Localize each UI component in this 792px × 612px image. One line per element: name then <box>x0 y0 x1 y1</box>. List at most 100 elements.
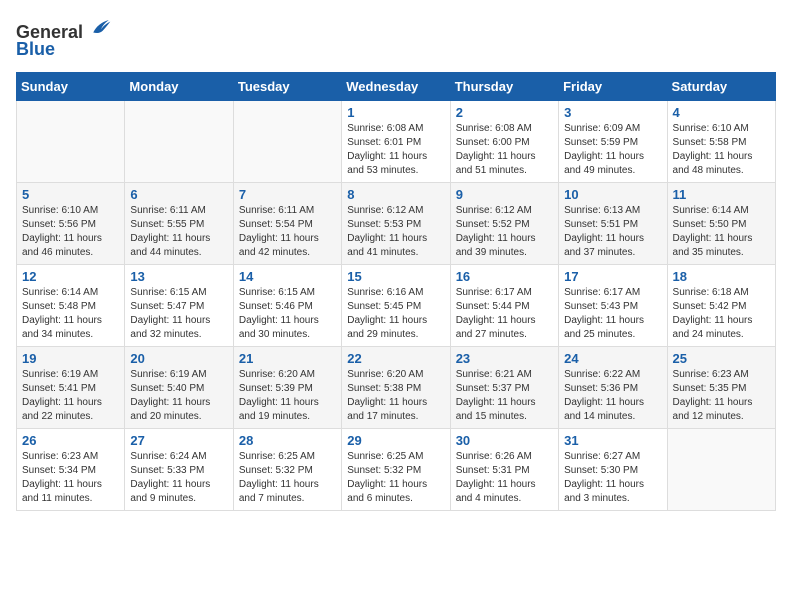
day-info: Sunrise: 6:19 AM Sunset: 5:40 PM Dayligh… <box>130 368 227 424</box>
day-number: 9 <box>456 187 553 202</box>
day-info: Sunrise: 6:12 AM Sunset: 5:53 PM Dayligh… <box>347 204 444 260</box>
day-cell: 4 Sunrise: 6:10 AM Sunset: 5:58 PM Daylig… <box>667 101 775 183</box>
day-cell: 26 Sunrise: 6:23 AM Sunset: 5:34 PM Dayli… <box>17 429 125 511</box>
day-info: Sunrise: 6:17 AM Sunset: 5:44 PM Dayligh… <box>456 286 553 342</box>
day-info: Sunrise: 6:10 AM Sunset: 5:56 PM Dayligh… <box>22 204 119 260</box>
day-number: 23 <box>456 351 553 366</box>
day-info: Sunrise: 6:18 AM Sunset: 5:42 PM Dayligh… <box>673 286 770 342</box>
day-cell: 30 Sunrise: 6:26 AM Sunset: 5:31 PM Dayli… <box>450 429 558 511</box>
page-header: General Blue <box>16 16 776 60</box>
day-number: 6 <box>130 187 227 202</box>
day-cell: 16 Sunrise: 6:17 AM Sunset: 5:44 PM Dayli… <box>450 265 558 347</box>
day-number: 28 <box>239 433 336 448</box>
day-number: 24 <box>564 351 661 366</box>
day-number: 26 <box>22 433 119 448</box>
day-info: Sunrise: 6:26 AM Sunset: 5:31 PM Dayligh… <box>456 450 553 506</box>
week-row-3: 12 Sunrise: 6:14 AM Sunset: 5:48 PM Dayli… <box>17 265 776 347</box>
day-cell: 17 Sunrise: 6:17 AM Sunset: 5:43 PM Dayli… <box>559 265 667 347</box>
day-number: 5 <box>22 187 119 202</box>
week-row-1: 1 Sunrise: 6:08 AM Sunset: 6:01 PM Daylig… <box>17 101 776 183</box>
day-cell: 1 Sunrise: 6:08 AM Sunset: 6:01 PM Daylig… <box>342 101 450 183</box>
day-number: 7 <box>239 187 336 202</box>
day-cell: 31Sunrise: 6:27 AM Sunset: 5:30 PM Dayli… <box>559 429 667 511</box>
day-number: 4 <box>673 105 770 120</box>
weekday-sunday: Sunday <box>17 73 125 101</box>
day-number: 27 <box>130 433 227 448</box>
calendar-table: SundayMondayTuesdayWednesdayThursdayFrid… <box>16 72 776 511</box>
day-number: 31 <box>564 433 661 448</box>
logo-bird-icon <box>87 16 115 38</box>
day-info: Sunrise: 6:23 AM Sunset: 5:35 PM Dayligh… <box>673 368 770 424</box>
day-info: Sunrise: 6:10 AM Sunset: 5:58 PM Dayligh… <box>673 122 770 178</box>
day-cell: 7 Sunrise: 6:11 AM Sunset: 5:54 PM Daylig… <box>233 183 341 265</box>
day-info: Sunrise: 6:20 AM Sunset: 5:39 PM Dayligh… <box>239 368 336 424</box>
day-info: Sunrise: 6:13 AM Sunset: 5:51 PM Dayligh… <box>564 204 661 260</box>
day-cell: 27Sunrise: 6:24 AM Sunset: 5:33 PM Dayli… <box>125 429 233 511</box>
day-info: Sunrise: 6:21 AM Sunset: 5:37 PM Dayligh… <box>456 368 553 424</box>
calendar-body: 1 Sunrise: 6:08 AM Sunset: 6:01 PM Daylig… <box>17 101 776 511</box>
day-cell: 12 Sunrise: 6:14 AM Sunset: 5:48 PM Dayli… <box>17 265 125 347</box>
day-cell: 28Sunrise: 6:25 AM Sunset: 5:32 PM Dayli… <box>233 429 341 511</box>
day-cell: 25 Sunrise: 6:23 AM Sunset: 5:35 PM Dayli… <box>667 347 775 429</box>
day-cell: 9 Sunrise: 6:12 AM Sunset: 5:52 PM Daylig… <box>450 183 558 265</box>
day-info: Sunrise: 6:15 AM Sunset: 5:46 PM Dayligh… <box>239 286 336 342</box>
day-cell <box>125 101 233 183</box>
day-number: 29 <box>347 433 444 448</box>
weekday-header-row: SundayMondayTuesdayWednesdayThursdayFrid… <box>17 73 776 101</box>
day-number: 1 <box>347 105 444 120</box>
day-number: 12 <box>22 269 119 284</box>
day-cell <box>17 101 125 183</box>
day-number: 19 <box>22 351 119 366</box>
day-cell: 3Sunrise: 6:09 AM Sunset: 5:59 PM Daylig… <box>559 101 667 183</box>
day-cell: 8 Sunrise: 6:12 AM Sunset: 5:53 PM Daylig… <box>342 183 450 265</box>
day-info: Sunrise: 6:20 AM Sunset: 5:38 PM Dayligh… <box>347 368 444 424</box>
day-info: Sunrise: 6:17 AM Sunset: 5:43 PM Dayligh… <box>564 286 661 342</box>
day-cell: 6 Sunrise: 6:11 AM Sunset: 5:55 PM Daylig… <box>125 183 233 265</box>
day-cell: 2 Sunrise: 6:08 AM Sunset: 6:00 PM Daylig… <box>450 101 558 183</box>
day-number: 16 <box>456 269 553 284</box>
day-number: 25 <box>673 351 770 366</box>
day-cell: 23 Sunrise: 6:21 AM Sunset: 5:37 PM Dayli… <box>450 347 558 429</box>
day-info: Sunrise: 6:08 AM Sunset: 6:01 PM Dayligh… <box>347 122 444 178</box>
day-info: Sunrise: 6:11 AM Sunset: 5:54 PM Dayligh… <box>239 204 336 260</box>
weekday-friday: Friday <box>559 73 667 101</box>
day-info: Sunrise: 6:08 AM Sunset: 6:00 PM Dayligh… <box>456 122 553 178</box>
day-info: Sunrise: 6:23 AM Sunset: 5:34 PM Dayligh… <box>22 450 119 506</box>
weekday-wednesday: Wednesday <box>342 73 450 101</box>
day-info: Sunrise: 6:15 AM Sunset: 5:47 PM Dayligh… <box>130 286 227 342</box>
day-number: 10 <box>564 187 661 202</box>
day-number: 20 <box>130 351 227 366</box>
day-info: Sunrise: 6:14 AM Sunset: 5:48 PM Dayligh… <box>22 286 119 342</box>
week-row-2: 5 Sunrise: 6:10 AM Sunset: 5:56 PM Daylig… <box>17 183 776 265</box>
weekday-monday: Monday <box>125 73 233 101</box>
day-cell: 22 Sunrise: 6:20 AM Sunset: 5:38 PM Dayli… <box>342 347 450 429</box>
day-info: Sunrise: 6:22 AM Sunset: 5:36 PM Dayligh… <box>564 368 661 424</box>
day-cell <box>667 429 775 511</box>
day-cell: 20 Sunrise: 6:19 AM Sunset: 5:40 PM Dayli… <box>125 347 233 429</box>
day-cell: 19 Sunrise: 6:19 AM Sunset: 5:41 PM Dayli… <box>17 347 125 429</box>
week-row-5: 26 Sunrise: 6:23 AM Sunset: 5:34 PM Dayli… <box>17 429 776 511</box>
day-info: Sunrise: 6:19 AM Sunset: 5:41 PM Dayligh… <box>22 368 119 424</box>
day-number: 2 <box>456 105 553 120</box>
day-number: 18 <box>673 269 770 284</box>
day-number: 3 <box>564 105 661 120</box>
day-number: 14 <box>239 269 336 284</box>
logo: General Blue <box>16 16 115 60</box>
day-cell <box>233 101 341 183</box>
day-number: 22 <box>347 351 444 366</box>
day-cell: 29Sunrise: 6:25 AM Sunset: 5:32 PM Dayli… <box>342 429 450 511</box>
day-number: 13 <box>130 269 227 284</box>
day-number: 8 <box>347 187 444 202</box>
day-cell: 15Sunrise: 6:16 AM Sunset: 5:45 PM Dayli… <box>342 265 450 347</box>
day-number: 11 <box>673 187 770 202</box>
day-info: Sunrise: 6:12 AM Sunset: 5:52 PM Dayligh… <box>456 204 553 260</box>
day-number: 30 <box>456 433 553 448</box>
weekday-saturday: Saturday <box>667 73 775 101</box>
day-number: 15 <box>347 269 444 284</box>
day-cell: 24 Sunrise: 6:22 AM Sunset: 5:36 PM Dayli… <box>559 347 667 429</box>
day-number: 17 <box>564 269 661 284</box>
week-row-4: 19 Sunrise: 6:19 AM Sunset: 5:41 PM Dayli… <box>17 347 776 429</box>
day-cell: 18 Sunrise: 6:18 AM Sunset: 5:42 PM Dayli… <box>667 265 775 347</box>
day-info: Sunrise: 6:11 AM Sunset: 5:55 PM Dayligh… <box>130 204 227 260</box>
day-cell: 11Sunrise: 6:14 AM Sunset: 5:50 PM Dayli… <box>667 183 775 265</box>
